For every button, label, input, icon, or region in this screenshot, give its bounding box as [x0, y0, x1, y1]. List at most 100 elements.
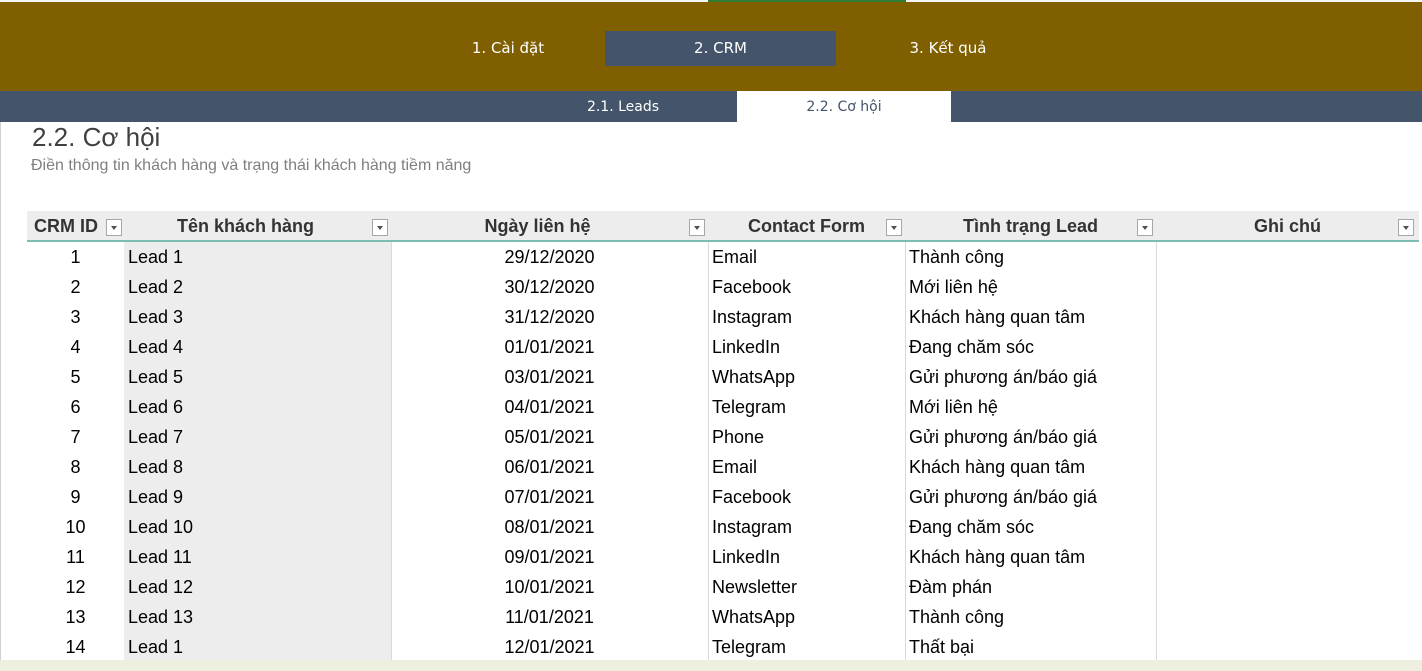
cell-ngay-lien-he[interactable]: 01/01/2021 — [391, 332, 708, 362]
cell-ten-khach-hang[interactable]: Lead 7 — [124, 422, 391, 452]
cell-tinh-trang-lead[interactable]: Đang chăm sóc — [905, 332, 1156, 362]
cell-ten-khach-hang[interactable]: Lead 9 — [124, 482, 391, 512]
cell-crm-id[interactable]: 4 — [27, 332, 124, 362]
cell-ten-khach-hang[interactable]: Lead 2 — [124, 272, 391, 302]
table-row[interactable]: 1 Lead 1 29/12/2020 Email Thành công — [27, 242, 1419, 272]
filter-crm-id-button[interactable] — [106, 219, 122, 236]
cell-contact-form[interactable]: Email — [708, 242, 905, 272]
cell-ghi-chu[interactable] — [1156, 572, 1419, 602]
table-row[interactable]: 10 Lead 10 08/01/2021 Instagram Đang chăm só… — [27, 512, 1419, 542]
cell-tinh-trang-lead[interactable]: Khách hàng quan tâm — [905, 542, 1156, 572]
cell-tinh-trang-lead[interactable]: Gửi phương án/báo giá — [905, 362, 1156, 392]
cell-ngay-lien-he[interactable]: 30/12/2020 — [391, 272, 708, 302]
subtab-leads[interactable]: 2.1. Leads — [523, 91, 723, 121]
cell-ghi-chu[interactable] — [1156, 632, 1419, 662]
cell-contact-form[interactable]: Facebook — [708, 272, 905, 302]
cell-contact-form[interactable]: LinkedIn — [708, 332, 905, 362]
cell-tinh-trang-lead[interactable]: Mới liên hệ — [905, 392, 1156, 422]
cell-ngay-lien-he[interactable]: 09/01/2021 — [391, 542, 708, 572]
cell-ngay-lien-he[interactable]: 11/01/2021 — [391, 602, 708, 632]
cell-tinh-trang-lead[interactable]: Đàm phán — [905, 572, 1156, 602]
table-row[interactable]: 13 Lead 13 11/01/2021 WhatsApp Thành công — [27, 602, 1419, 632]
table-row[interactable]: 2 Lead 2 30/12/2020 Facebook Mới liên hệ — [27, 272, 1419, 302]
table-row[interactable]: 4 Lead 4 01/01/2021 LinkedIn Đang chăm sóc — [27, 332, 1419, 362]
cell-crm-id[interactable]: 11 — [27, 542, 124, 572]
cell-ghi-chu[interactable] — [1156, 362, 1419, 392]
cell-ghi-chu[interactable] — [1156, 452, 1419, 482]
cell-ten-khach-hang[interactable]: Lead 1 — [124, 242, 391, 272]
cell-contact-form[interactable]: Email — [708, 452, 905, 482]
cell-ngay-lien-he[interactable]: 29/12/2020 — [391, 242, 708, 272]
filter-contact-form-button[interactable] — [886, 219, 902, 236]
cell-ten-khach-hang[interactable]: Lead 1 — [124, 632, 391, 662]
cell-crm-id[interactable]: 7 — [27, 422, 124, 452]
cell-tinh-trang-lead[interactable]: Gửi phương án/báo giá — [905, 422, 1156, 452]
cell-ngay-lien-he[interactable]: 04/01/2021 — [391, 392, 708, 422]
cell-ten-khach-hang[interactable]: Lead 4 — [124, 332, 391, 362]
table-row[interactable]: 7 Lead 7 05/01/2021 Phone Gửi phương án/báo … — [27, 422, 1419, 452]
cell-ten-khach-hang[interactable]: Lead 6 — [124, 392, 391, 422]
cell-ngay-lien-he[interactable]: 31/12/2020 — [391, 302, 708, 332]
cell-ten-khach-hang[interactable]: Lead 8 — [124, 452, 391, 482]
cell-ngay-lien-he[interactable]: 07/01/2021 — [391, 482, 708, 512]
cell-ngay-lien-he[interactable]: 05/01/2021 — [391, 422, 708, 452]
cell-crm-id[interactable]: 10 — [27, 512, 124, 542]
cell-crm-id[interactable]: 13 — [27, 602, 124, 632]
cell-tinh-trang-lead[interactable]: Khách hàng quan tâm — [905, 302, 1156, 332]
cell-ghi-chu[interactable] — [1156, 332, 1419, 362]
cell-crm-id[interactable]: 2 — [27, 272, 124, 302]
cell-ngay-lien-he[interactable]: 10/01/2021 — [391, 572, 708, 602]
cell-contact-form[interactable]: Facebook — [708, 482, 905, 512]
table-row[interactable]: 3 Lead 3 31/12/2020 Instagram Khách hàng qua… — [27, 302, 1419, 332]
cell-contact-form[interactable]: WhatsApp — [708, 602, 905, 632]
cell-ghi-chu[interactable] — [1156, 542, 1419, 572]
cell-contact-form[interactable]: Telegram — [708, 392, 905, 422]
tab-cai-dat[interactable]: 1. Cài đặt — [408, 31, 608, 66]
cell-ngay-lien-he[interactable]: 08/01/2021 — [391, 512, 708, 542]
cell-ghi-chu[interactable] — [1156, 602, 1419, 632]
cell-ten-khach-hang[interactable]: Lead 13 — [124, 602, 391, 632]
cell-crm-id[interactable]: 8 — [27, 452, 124, 482]
table-row[interactable]: 12 Lead 12 10/01/2021 Newsletter Đàm phán — [27, 572, 1419, 602]
cell-ghi-chu[interactable] — [1156, 242, 1419, 272]
cell-ten-khach-hang[interactable]: Lead 11 — [124, 542, 391, 572]
filter-tinh-trang-lead-button[interactable] — [1137, 219, 1153, 236]
cell-crm-id[interactable]: 6 — [27, 392, 124, 422]
table-row[interactable]: 6 Lead 6 04/01/2021 Telegram Mới liên hệ — [27, 392, 1419, 422]
cell-crm-id[interactable]: 3 — [27, 302, 124, 332]
cell-ghi-chu[interactable] — [1156, 512, 1419, 542]
cell-ngay-lien-he[interactable]: 06/01/2021 — [391, 452, 708, 482]
cell-tinh-trang-lead[interactable]: Gửi phương án/báo giá — [905, 482, 1156, 512]
cell-contact-form[interactable]: Newsletter — [708, 572, 905, 602]
cell-ghi-chu[interactable] — [1156, 272, 1419, 302]
cell-contact-form[interactable]: Phone — [708, 422, 905, 452]
cell-tinh-trang-lead[interactable]: Thành công — [905, 242, 1156, 272]
cell-contact-form[interactable]: LinkedIn — [708, 542, 905, 572]
table-row[interactable]: 8 Lead 8 06/01/2021 Email Khách hàng quan tâ… — [27, 452, 1419, 482]
filter-ghi-chu-button[interactable] — [1398, 219, 1414, 236]
cell-crm-id[interactable]: 1 — [27, 242, 124, 272]
filter-ngay-lien-he-button[interactable] — [689, 219, 705, 236]
tab-crm[interactable]: 2. CRM — [605, 31, 836, 66]
cell-contact-form[interactable]: Instagram — [708, 302, 905, 332]
cell-ngay-lien-he[interactable]: 03/01/2021 — [391, 362, 708, 392]
cell-ten-khach-hang[interactable]: Lead 10 — [124, 512, 391, 542]
cell-ten-khach-hang[interactable]: Lead 5 — [124, 362, 391, 392]
cell-ghi-chu[interactable] — [1156, 422, 1419, 452]
tab-ket-qua[interactable]: 3. Kết quả — [848, 31, 1048, 66]
table-row[interactable]: 9 Lead 9 07/01/2021 Facebook Gửi phương án/b… — [27, 482, 1419, 512]
cell-contact-form[interactable]: Instagram — [708, 512, 905, 542]
cell-tinh-trang-lead[interactable]: Khách hàng quan tâm — [905, 452, 1156, 482]
cell-crm-id[interactable]: 5 — [27, 362, 124, 392]
cell-tinh-trang-lead[interactable]: Mới liên hệ — [905, 272, 1156, 302]
table-row[interactable]: 5 Lead 5 03/01/2021 WhatsApp Gửi phương án/b… — [27, 362, 1419, 392]
cell-ghi-chu[interactable] — [1156, 482, 1419, 512]
filter-ten-khach-hang-button[interactable] — [372, 219, 388, 236]
cell-tinh-trang-lead[interactable]: Đang chăm sóc — [905, 512, 1156, 542]
cell-ghi-chu[interactable] — [1156, 302, 1419, 332]
cell-tinh-trang-lead[interactable]: Thành công — [905, 602, 1156, 632]
cell-crm-id[interactable]: 12 — [27, 572, 124, 602]
cell-ghi-chu[interactable] — [1156, 392, 1419, 422]
cell-ngay-lien-he[interactable]: 12/01/2021 — [391, 632, 708, 662]
table-row[interactable]: 11 Lead 11 09/01/2021 LinkedIn Khách hàng qu… — [27, 542, 1419, 572]
